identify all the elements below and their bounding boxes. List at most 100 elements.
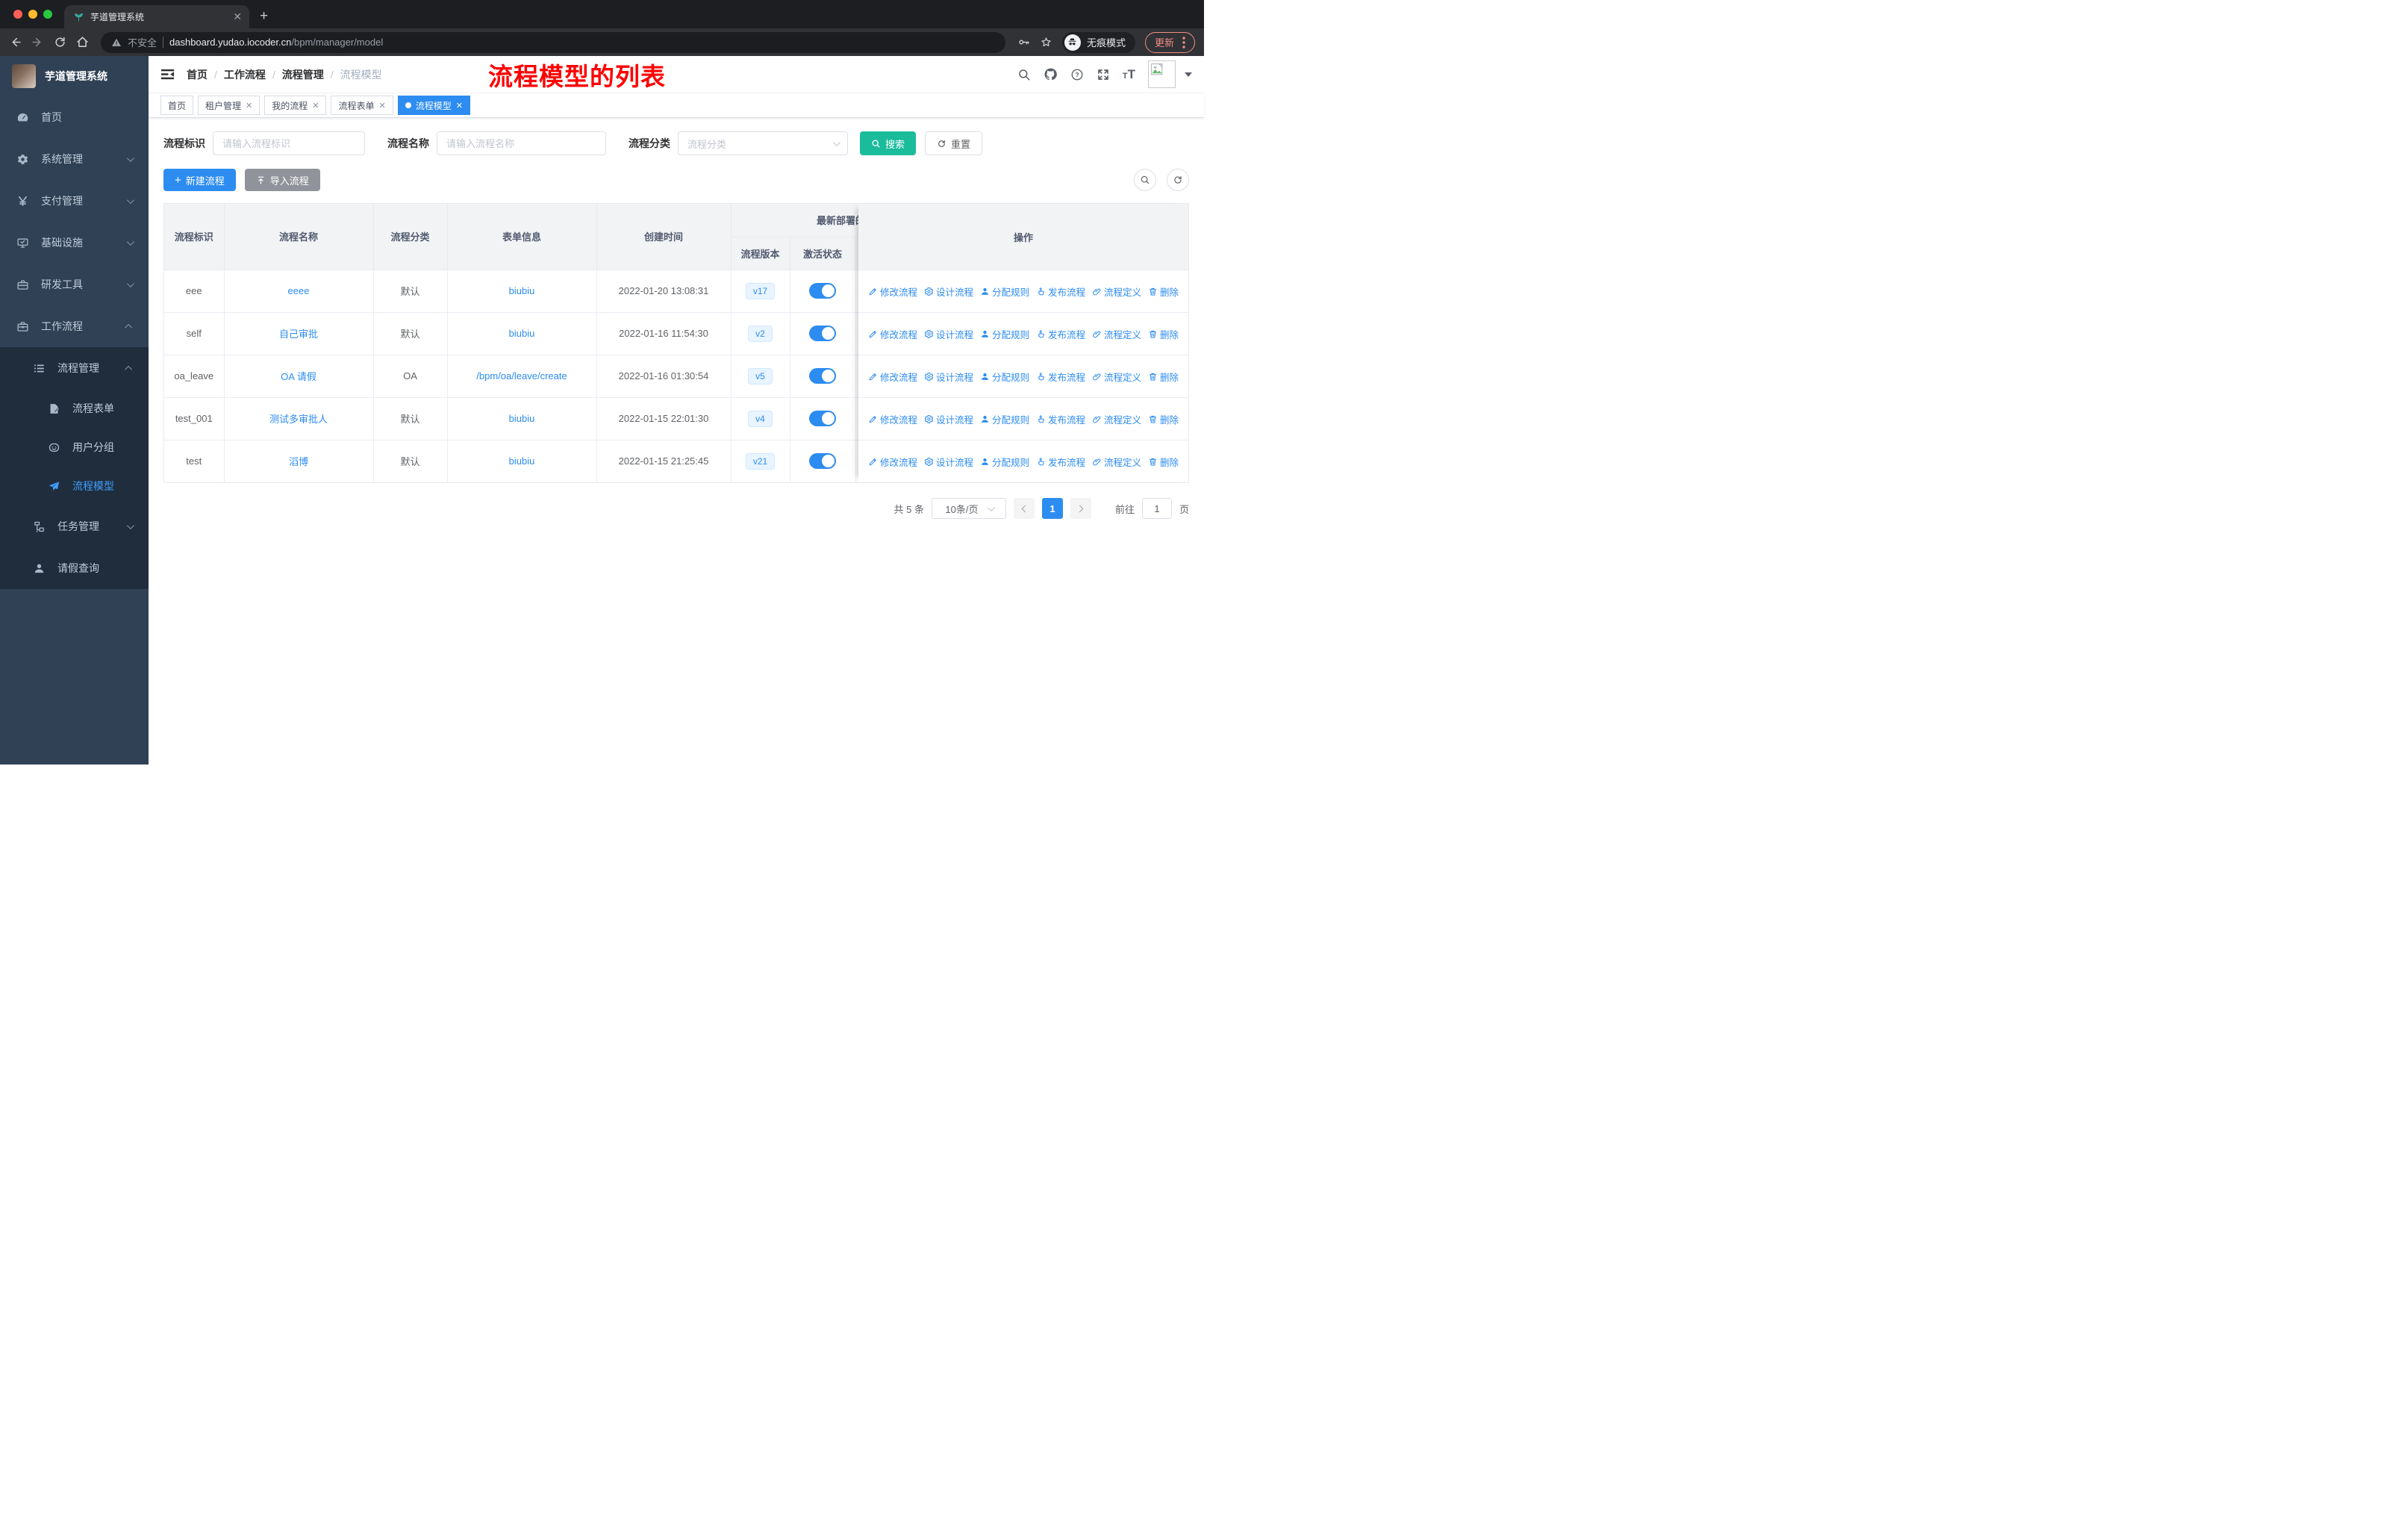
form-info-link[interactable]: /bpm/oa/leave/create bbox=[476, 370, 567, 382]
breadcrumb-process-manage[interactable]: 流程管理 bbox=[282, 67, 324, 82]
new-tab-button[interactable]: + bbox=[260, 8, 268, 25]
tag-process-model[interactable]: 流程模型 ✕ bbox=[397, 96, 470, 115]
goto-page-input[interactable] bbox=[1141, 498, 1172, 519]
browser-update-menu[interactable]: 更新 bbox=[1144, 31, 1195, 53]
process-name-link[interactable]: 测试多审批人 bbox=[269, 414, 328, 425]
action-design-process[interactable]: 设计流程 bbox=[924, 327, 973, 341]
action-design-process[interactable]: 设计流程 bbox=[924, 370, 973, 384]
tag-close-icon[interactable]: ✕ bbox=[312, 101, 319, 110]
breadcrumb-home[interactable]: 首页 bbox=[187, 67, 208, 82]
action-delete[interactable]: 删除 bbox=[1148, 412, 1179, 426]
avatar-caret-icon[interactable] bbox=[1185, 72, 1192, 77]
search-button[interactable]: 搜索 bbox=[860, 131, 917, 155]
back-icon[interactable] bbox=[9, 36, 22, 49]
action-delete[interactable]: 删除 bbox=[1148, 370, 1179, 384]
action-design-process[interactable]: 设计流程 bbox=[924, 284, 973, 299]
action-assign-rule[interactable]: 分配规则 bbox=[980, 327, 1029, 341]
prev-page-button[interactable] bbox=[1013, 498, 1035, 519]
action-assign-rule[interactable]: 分配规则 bbox=[980, 412, 1029, 426]
show-search-button[interactable] bbox=[1134, 169, 1156, 191]
sidebar-item-task-manage[interactable]: 任务管理 bbox=[0, 505, 149, 547]
sidebar-item-home[interactable]: 首页 bbox=[0, 96, 149, 138]
tab-close-icon[interactable]: ✕ bbox=[233, 10, 242, 23]
action-publish-process[interactable]: 发布流程 bbox=[1036, 284, 1085, 299]
next-page-button[interactable] bbox=[1070, 498, 1091, 519]
reload-icon[interactable] bbox=[54, 36, 66, 49]
github-icon[interactable] bbox=[1044, 67, 1058, 81]
sidebar-item-leave-query[interactable]: 请假查询 bbox=[0, 547, 149, 589]
import-process-button[interactable]: 导入流程 bbox=[244, 169, 320, 191]
process-name-input[interactable] bbox=[437, 131, 606, 155]
address-bar[interactable]: 不安全 dashboard.yudao.iocoder.cn/bpm/manag… bbox=[101, 31, 1005, 53]
action-design-process[interactable]: 设计流程 bbox=[924, 412, 973, 426]
breadcrumb-workflow[interactable]: 工作流程 bbox=[224, 67, 266, 82]
refresh-table-button[interactable] bbox=[1167, 169, 1189, 191]
page-size-select[interactable]: 10条/页 bbox=[931, 498, 1006, 519]
form-info-link[interactable]: biubiu bbox=[509, 285, 535, 296]
tag-process-form[interactable]: 流程表单 ✕ bbox=[331, 96, 393, 115]
process-name-link[interactable]: 滔博 bbox=[289, 456, 308, 467]
action-process-definition[interactable]: 流程定义 bbox=[1092, 327, 1141, 341]
action-delete[interactable]: 删除 bbox=[1148, 327, 1179, 341]
action-process-definition[interactable]: 流程定义 bbox=[1092, 412, 1141, 426]
not-secure-warning-icon[interactable] bbox=[111, 37, 122, 48]
sidebar-item-process-form[interactable]: 流程表单 bbox=[0, 389, 149, 428]
tag-tenant[interactable]: 租户管理 ✕ bbox=[198, 96, 261, 115]
category-select[interactable]: 流程分类 bbox=[678, 131, 848, 155]
action-publish-process[interactable]: 发布流程 bbox=[1036, 455, 1085, 469]
action-publish-process[interactable]: 发布流程 bbox=[1036, 370, 1085, 384]
password-key-icon[interactable] bbox=[1017, 36, 1030, 49]
tag-close-icon[interactable]: ✕ bbox=[246, 101, 252, 110]
action-assign-rule[interactable]: 分配规则 bbox=[980, 370, 1029, 384]
avatar[interactable] bbox=[1148, 60, 1176, 88]
sidebar-item-user-group[interactable]: 用户分组 bbox=[0, 428, 149, 467]
sidebar-item-devtools[interactable]: 研发工具 bbox=[0, 264, 149, 305]
active-toggle[interactable] bbox=[809, 283, 836, 299]
process-name-link[interactable]: eeee bbox=[288, 285, 310, 296]
active-toggle[interactable] bbox=[809, 368, 836, 384]
action-publish-process[interactable]: 发布流程 bbox=[1036, 412, 1085, 426]
action-assign-rule[interactable]: 分配规则 bbox=[980, 284, 1029, 299]
form-info-link[interactable]: biubiu bbox=[509, 413, 535, 424]
action-delete[interactable]: 删除 bbox=[1148, 455, 1179, 469]
window-minimize-button[interactable] bbox=[28, 10, 37, 19]
fullscreen-icon[interactable] bbox=[1097, 68, 1110, 81]
action-modify-process[interactable]: 修改流程 bbox=[868, 455, 917, 469]
action-process-definition[interactable]: 流程定义 bbox=[1092, 370, 1141, 384]
tag-close-icon[interactable]: ✕ bbox=[379, 101, 386, 110]
home-icon[interactable] bbox=[76, 36, 89, 49]
action-assign-rule[interactable]: 分配规则 bbox=[980, 455, 1029, 469]
active-toggle[interactable] bbox=[809, 453, 836, 470]
process-key-input[interactable] bbox=[213, 131, 365, 155]
sidebar-item-workflow[interactable]: 工作流程 bbox=[0, 305, 149, 347]
sidebar-item-system[interactable]: 系统管理 bbox=[0, 138, 149, 180]
active-toggle[interactable] bbox=[809, 411, 836, 426]
action-process-definition[interactable]: 流程定义 bbox=[1092, 284, 1141, 299]
current-page-button[interactable]: 1 bbox=[1041, 498, 1063, 519]
forward-icon[interactable] bbox=[31, 36, 44, 49]
window-zoom-button[interactable] bbox=[43, 10, 52, 19]
tag-close-icon[interactable]: ✕ bbox=[456, 101, 463, 110]
action-modify-process[interactable]: 修改流程 bbox=[868, 284, 917, 299]
help-icon[interactable]: ? bbox=[1070, 68, 1084, 81]
action-modify-process[interactable]: 修改流程 bbox=[868, 327, 917, 341]
sidebar-item-process-manage[interactable]: 流程管理 bbox=[0, 347, 149, 389]
process-name-link[interactable]: OA 请假 bbox=[281, 371, 316, 382]
active-toggle[interactable] bbox=[809, 326, 836, 341]
tag-my-process[interactable]: 我的流程 ✕ bbox=[264, 96, 327, 115]
bookmark-star-icon[interactable] bbox=[1040, 36, 1052, 49]
sidebar-logo[interactable]: 芋道管理系统 bbox=[0, 56, 149, 96]
process-name-link[interactable]: 自己审批 bbox=[279, 328, 318, 340]
sidebar-item-payment[interactable]: 支付管理 bbox=[0, 180, 149, 222]
sidebar-item-infra[interactable]: 基础设施 bbox=[0, 222, 149, 264]
action-modify-process[interactable]: 修改流程 bbox=[868, 370, 917, 384]
font-size-icon[interactable]: TT bbox=[1123, 68, 1135, 81]
browser-tab[interactable]: 芋道管理系统 ✕ bbox=[64, 5, 249, 28]
sidebar-item-process-model[interactable]: 流程模型 bbox=[0, 467, 149, 505]
window-close-button[interactable] bbox=[13, 10, 22, 19]
action-design-process[interactable]: 设计流程 bbox=[924, 455, 973, 469]
action-process-definition[interactable]: 流程定义 bbox=[1092, 455, 1141, 469]
tag-home[interactable]: 首页 bbox=[160, 96, 194, 115]
form-info-link[interactable]: biubiu bbox=[509, 455, 535, 467]
create-process-button[interactable]: + 新建流程 bbox=[163, 169, 236, 191]
